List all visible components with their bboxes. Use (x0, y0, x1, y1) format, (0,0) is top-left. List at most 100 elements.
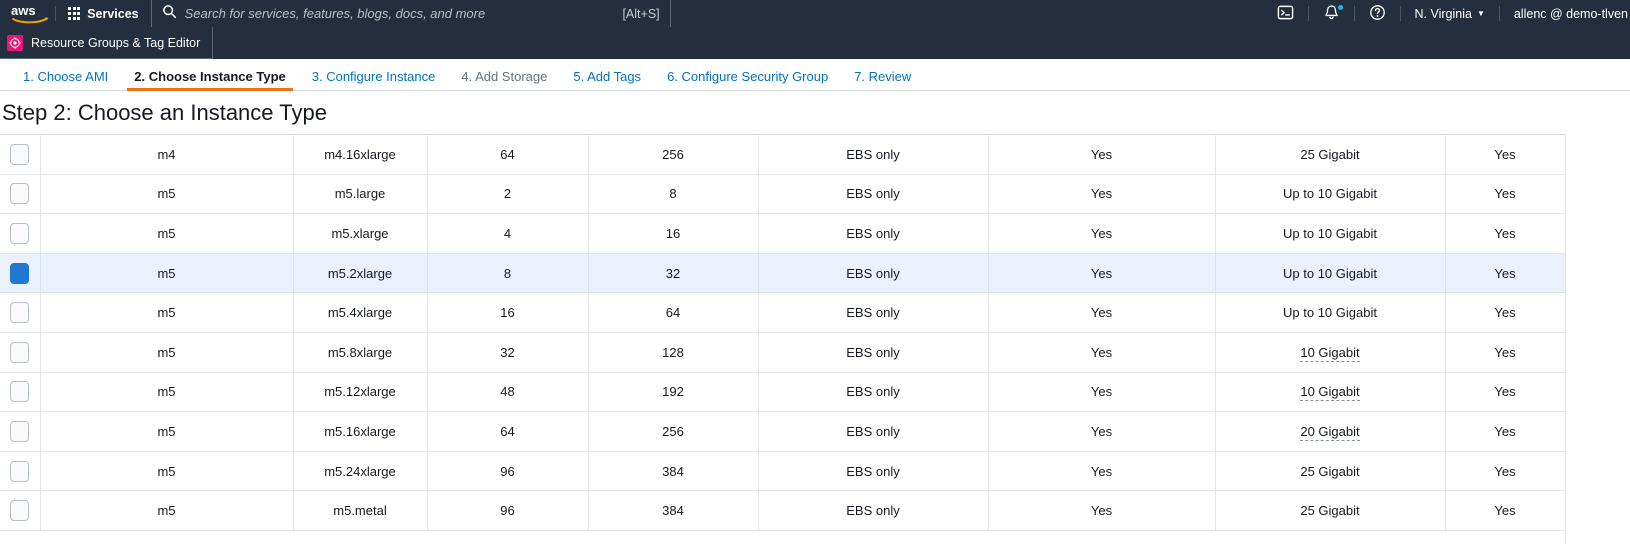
cell-instance-storage: EBS only (757, 331, 989, 373)
row-checkbox[interactable] (10, 143, 30, 165)
row-select-cell[interactable] (0, 450, 41, 492)
account-label: allenc @ demo-tlven (1513, 6, 1628, 21)
cell-ebs-optimized: Yes (987, 411, 1216, 452)
help-button[interactable] (1355, 0, 1400, 27)
aws-logo[interactable]: aws (0, 0, 55, 27)
table-row[interactable]: m5 m5.2xlarge 8 32 EBS only Yes Up to 10 Gigab… (0, 252, 1566, 294)
chevron-down-icon: ▼ (1476, 9, 1485, 18)
cell-ebs-optimized: Yes (987, 450, 1216, 492)
cell-instance-storage: EBS only (757, 292, 989, 333)
tab-add-storage[interactable]: 4. Add Storage (448, 70, 560, 90)
cell-memory: 128 (587, 331, 759, 373)
tab-configure-security-group[interactable]: 6. Configure Security Group (654, 70, 841, 90)
cell-type: m5.4xlarge (292, 292, 428, 333)
cell-network-performance: Up to 10 Gigabit (1214, 292, 1446, 333)
row-checkbox[interactable] (10, 420, 30, 442)
cell-memory: 8 (587, 173, 759, 215)
row-checkbox[interactable] (10, 302, 30, 324)
cell-ebs-optimized: Yes (987, 371, 1216, 413)
tab-choose-instance-type[interactable]: 2. Choose Instance Type (121, 70, 298, 91)
tab-review[interactable]: 7. Review (841, 70, 924, 90)
resource-groups-label: Resource Groups & Tag Editor (31, 35, 201, 50)
row-select-cell[interactable] (0, 371, 41, 413)
cell-type: m5.metal (292, 490, 428, 531)
cell-family: m5 (39, 490, 294, 531)
table-row[interactable]: m5 m5.12xlarge 48 192 EBS only Yes 10 Gigabit Y… (0, 371, 1566, 413)
cell-ipv6-support: Yes (1444, 490, 1566, 531)
table-right-gutter (1565, 134, 1630, 544)
services-menu-button[interactable]: Services (56, 0, 151, 27)
notifications-button[interactable] (1309, 0, 1354, 27)
cell-type: m5.8xlarge (292, 331, 428, 373)
cell-instance-storage: EBS only (757, 411, 989, 452)
row-checkbox[interactable] (10, 381, 30, 403)
row-checkbox-checked[interactable] (10, 262, 30, 284)
cell-network-performance: 10 Gigabit (1214, 371, 1446, 413)
cloudshell-icon (1277, 4, 1294, 24)
table-row[interactable]: m5 m5.24xlarge 96 384 EBS only Yes 25 Gigabit Y… (0, 450, 1566, 492)
page-title: Step 2: Choose an Instance Type (2, 100, 327, 125)
cell-ipv6-support: Yes (1444, 331, 1566, 373)
cell-instance-storage: EBS only (757, 213, 989, 254)
table-row[interactable]: m5 m5.xlarge 4 16 EBS only Yes Up to 10 Gigabi… (0, 213, 1566, 254)
row-checkbox[interactable] (10, 341, 30, 363)
row-checkbox[interactable] (10, 500, 30, 522)
row-select-cell[interactable] (0, 173, 41, 215)
cell-ebs-optimized: Yes (987, 331, 1216, 373)
cell-network-performance: 25 Gigabit (1214, 450, 1446, 492)
region-selector[interactable]: N. Virginia ▼ (1401, 0, 1499, 27)
search-input[interactable] (184, 6, 615, 21)
tab-add-tags[interactable]: 5. Add Tags (560, 70, 654, 90)
cell-type: m5.16xlarge (292, 411, 428, 452)
row-checkbox[interactable] (10, 183, 30, 205)
cell-network-performance: 25 Gigabit (1214, 490, 1446, 531)
instance-type-table-area: m4 m4.16xlarge 64 256 EBS only Yes 25 Gigabit Y… (0, 134, 1630, 544)
cell-vcpus: 32 (426, 331, 589, 373)
account-menu[interactable]: allenc @ demo-tlven (1500, 0, 1630, 27)
tab-choose-ami[interactable]: 1. Choose AMI (10, 70, 121, 90)
cell-ipv6-support: Yes (1444, 411, 1566, 452)
cell-type: m5.xlarge (292, 213, 428, 254)
row-select-cell[interactable] (0, 411, 41, 452)
cloudshell-button[interactable] (1263, 0, 1308, 27)
row-select-cell[interactable] (0, 490, 41, 531)
top-navigation-bar: aws Services [Alt+S] (0, 0, 1630, 27)
tab-configure-instance[interactable]: 3. Configure Instance (299, 70, 449, 90)
cell-memory: 384 (587, 490, 759, 531)
wizard-step-tabs: 1. Choose AMI 2. Choose Instance Type 3.… (0, 59, 1630, 91)
row-select-cell[interactable] (0, 134, 41, 175)
cell-instance-storage: EBS only (757, 252, 989, 294)
row-select-cell[interactable] (0, 252, 41, 294)
cell-ipv6-support: Yes (1444, 371, 1566, 413)
cell-memory: 32 (587, 252, 759, 294)
services-label: Services (87, 6, 139, 21)
row-select-cell[interactable] (0, 213, 41, 254)
resource-groups-tag-editor-button[interactable]: Resource Groups & Tag Editor (0, 27, 214, 59)
network-performance-tooltip-text[interactable]: 10 Gigabit (1300, 344, 1360, 362)
instance-type-table: m4 m4.16xlarge 64 256 EBS only Yes 25 Gigabit Y… (0, 134, 1566, 531)
cell-family: m5 (39, 213, 294, 254)
table-row[interactable]: m5 m5.8xlarge 32 128 EBS only Yes 10 Gigabit Ye… (0, 331, 1566, 373)
cell-vcpus: 48 (426, 371, 589, 413)
global-search[interactable]: [Alt+S] (150, 0, 671, 27)
cell-ipv6-support: Yes (1444, 292, 1566, 333)
table-row[interactable]: m5 m5.4xlarge 16 64 EBS only Yes Up to 10 Giga… (0, 292, 1566, 333)
instance-type-table-wrapper: m4 m4.16xlarge 64 256 EBS only Yes 25 Gigabit Y… (0, 134, 1630, 531)
row-checkbox[interactable] (10, 222, 30, 244)
cell-memory: 256 (587, 411, 759, 452)
table-row[interactable]: m5 m5.large 2 8 EBS only Yes Up to 10 Gigabit Y… (0, 173, 1566, 215)
table-row[interactable]: m5 m5.16xlarge 64 256 EBS only Yes 20 Gigabit Y… (0, 411, 1566, 452)
cell-ebs-optimized: Yes (987, 173, 1216, 215)
table-row[interactable]: m5 m5.metal 96 384 EBS only Yes 25 Gigabit Yes (0, 490, 1566, 531)
search-icon (162, 4, 177, 24)
cell-network-performance: 10 Gigabit (1214, 331, 1446, 373)
table-row[interactable]: m4 m4.16xlarge 64 256 EBS only Yes 25 Gigabit Y… (0, 134, 1566, 175)
resource-groups-bar: Resource Groups & Tag Editor (0, 27, 1630, 59)
row-select-cell[interactable] (0, 331, 41, 373)
network-performance-tooltip-text[interactable]: 20 Gigabit (1300, 423, 1360, 441)
cell-vcpus: 2 (426, 173, 589, 215)
cell-vcpus: 96 (426, 490, 589, 531)
network-performance-tooltip-text[interactable]: 10 Gigabit (1300, 384, 1360, 402)
row-select-cell[interactable] (0, 292, 41, 333)
row-checkbox[interactable] (10, 460, 30, 482)
